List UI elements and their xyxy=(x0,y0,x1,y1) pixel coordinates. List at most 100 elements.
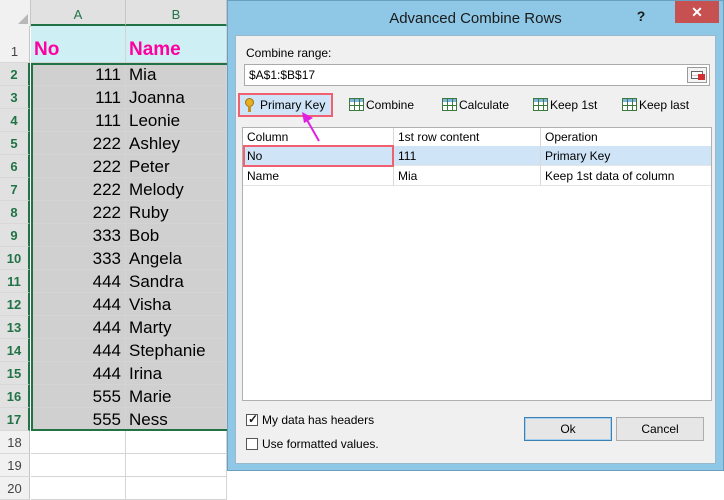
cell-name[interactable]: Mia xyxy=(126,63,227,86)
combine-range-input[interactable]: $A$1:$B$17 xyxy=(244,64,710,86)
row-header[interactable]: 4 xyxy=(0,109,30,132)
row-header[interactable]: 13 xyxy=(0,316,30,339)
row-header[interactable]: 16 xyxy=(0,385,30,408)
empty-cell[interactable] xyxy=(31,454,126,477)
cell-no[interactable]: 111 xyxy=(31,86,126,109)
key-icon xyxy=(244,98,258,112)
row-header[interactable]: 15 xyxy=(0,362,30,385)
row-header[interactable]: 10 xyxy=(0,247,30,270)
row-column-cell: No xyxy=(243,146,394,166)
column-header-b[interactable]: B xyxy=(126,0,227,26)
cancel-button[interactable]: Cancel xyxy=(616,417,704,441)
table-row[interactable]: No 111 Primary Key xyxy=(243,146,711,166)
row-header[interactable]: 20 xyxy=(0,477,30,500)
row-header[interactable]: 1 xyxy=(0,26,30,63)
cell-no[interactable]: 222 xyxy=(31,132,126,155)
cell-name[interactable]: Ashley xyxy=(126,132,227,155)
empty-cell[interactable] xyxy=(31,431,126,454)
table-row[interactable]: Name Mia Keep 1st data of column xyxy=(243,166,711,186)
cell-name[interactable]: Ness xyxy=(126,408,227,431)
cell-no[interactable]: 555 xyxy=(31,408,126,431)
row-header[interactable]: 18 xyxy=(0,431,30,454)
cell-no[interactable]: 333 xyxy=(31,224,126,247)
column-header-column[interactable]: Column xyxy=(243,128,394,146)
cell-name[interactable]: Angela xyxy=(126,247,227,270)
row-header[interactable]: 19 xyxy=(0,454,30,477)
row-header[interactable]: 7 xyxy=(0,178,30,201)
calculate-label: Calculate xyxy=(459,98,510,112)
column-header-a[interactable]: A xyxy=(31,0,126,26)
primary-key-button[interactable]: Primary Key xyxy=(238,93,334,117)
row-content-cell: Mia xyxy=(394,166,541,186)
grid-icon xyxy=(622,98,637,111)
cell-name[interactable]: Melody xyxy=(126,178,227,201)
formatted-values-label: Use formatted values. xyxy=(262,437,379,451)
calculate-button[interactable]: Calculate xyxy=(442,93,509,117)
empty-cell[interactable] xyxy=(126,454,227,477)
row-header[interactable]: 12 xyxy=(0,293,30,316)
row-operation-cell: Keep 1st data of column xyxy=(541,166,711,186)
cell-no[interactable]: 333 xyxy=(31,247,126,270)
header-cell-name[interactable]: Name xyxy=(126,26,227,63)
cell-name[interactable]: Marty xyxy=(126,316,227,339)
cell-name[interactable]: Ruby xyxy=(126,201,227,224)
cell-no[interactable]: 444 xyxy=(31,316,126,339)
cell-name[interactable]: Joanna xyxy=(126,86,227,109)
grid-icon xyxy=(349,98,364,111)
keep-last-button[interactable]: Keep last xyxy=(622,93,689,117)
empty-cell[interactable] xyxy=(126,431,227,454)
combine-button[interactable]: Combine xyxy=(349,93,414,117)
cell-name[interactable]: Marie xyxy=(126,385,227,408)
empty-cell[interactable] xyxy=(126,477,227,500)
close-button[interactable]: ✕ xyxy=(675,1,719,23)
cell-no[interactable]: 222 xyxy=(31,201,126,224)
has-headers-label: My data has headers xyxy=(262,413,375,427)
help-button[interactable]: ? xyxy=(629,5,653,27)
checkbox-box: ✓ xyxy=(246,412,259,426)
row-header[interactable]: 6 xyxy=(0,155,30,178)
row-header[interactable]: 2 xyxy=(0,63,30,86)
dialog-body: Combine range: $A$1:$B$17 Primary Key Co… xyxy=(235,35,716,464)
cell-no[interactable]: 444 xyxy=(31,362,126,385)
row-content-cell: 111 xyxy=(394,146,541,166)
cell-no[interactable]: 111 xyxy=(31,63,126,86)
cell-name[interactable]: Sandra xyxy=(126,270,227,293)
cell-no[interactable]: 444 xyxy=(31,293,126,316)
cell-name[interactable]: Stephanie xyxy=(126,339,227,362)
keep-first-button[interactable]: Keep 1st xyxy=(533,93,597,117)
cell-no[interactable]: 555 xyxy=(31,385,126,408)
row-header[interactable]: 14 xyxy=(0,339,30,362)
dialog-titlebar[interactable]: Advanced Combine Rows ? ✕ xyxy=(228,1,723,35)
select-all-corner[interactable] xyxy=(0,0,31,27)
cell-no[interactable]: 222 xyxy=(31,178,126,201)
header-cell-no[interactable]: No xyxy=(31,26,126,63)
check-icon: ✓ xyxy=(248,412,259,426)
row-header[interactable]: 9 xyxy=(0,224,30,247)
combine-range-label: Combine range: xyxy=(246,46,332,60)
cell-name[interactable]: Visha xyxy=(126,293,227,316)
cell-name[interactable]: Leonie xyxy=(126,109,227,132)
cell-no[interactable]: 222 xyxy=(31,155,126,178)
row-header[interactable]: 8 xyxy=(0,201,30,224)
formatted-values-checkbox[interactable]: Use formatted values. xyxy=(246,437,379,451)
row-header[interactable]: 17 xyxy=(0,408,30,431)
cell-name[interactable]: Bob xyxy=(126,224,227,247)
has-headers-checkbox[interactable]: ✓ My data has headers xyxy=(246,412,375,427)
keep-first-label: Keep 1st xyxy=(550,98,598,112)
column-header-content[interactable]: 1st row content xyxy=(394,128,541,146)
row-header[interactable]: 3 xyxy=(0,86,30,109)
grid-icon xyxy=(533,98,548,111)
cell-name[interactable]: Irina xyxy=(126,362,227,385)
ok-button[interactable]: Ok xyxy=(524,417,612,441)
row-header[interactable]: 5 xyxy=(0,132,30,155)
range-select-icon[interactable] xyxy=(687,67,707,83)
cell-no[interactable]: 444 xyxy=(31,270,126,293)
column-header-operation[interactable]: Operation xyxy=(541,128,711,146)
cell-no[interactable]: 111 xyxy=(31,109,126,132)
combine-range-value: $A$1:$B$17 xyxy=(249,68,316,82)
cell-name[interactable]: Peter xyxy=(126,155,227,178)
empty-cell[interactable] xyxy=(31,477,126,500)
keep-last-label: Keep last xyxy=(639,98,690,112)
row-header[interactable]: 11 xyxy=(0,270,30,293)
cell-no[interactable]: 444 xyxy=(31,339,126,362)
